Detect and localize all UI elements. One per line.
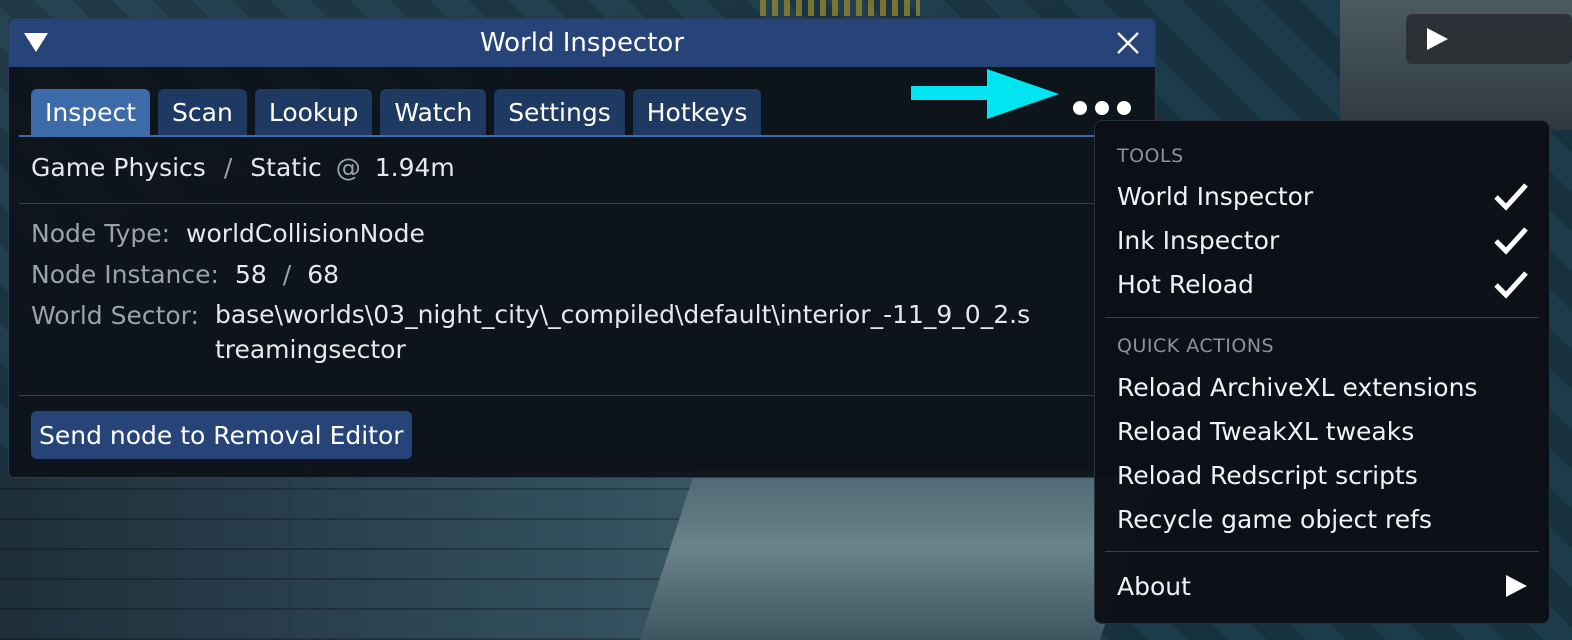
- tab-lookup[interactable]: Lookup: [254, 89, 373, 135]
- dot-icon: [1095, 101, 1109, 115]
- tab-hotkeys[interactable]: Hotkeys: [632, 89, 762, 135]
- submenu-arrow-icon: [1506, 575, 1527, 597]
- background-table: [640, 470, 1156, 640]
- node-instance-label: Node Instance:: [31, 260, 219, 289]
- menu-item-ink-inspector[interactable]: Ink Inspector: [1117, 220, 1529, 260]
- background-yellow-markings: [760, 0, 920, 16]
- play-button[interactable]: [1406, 14, 1572, 64]
- breadcrumb-distance: 1.94m: [374, 153, 455, 182]
- play-icon: [1427, 28, 1448, 50]
- menu-item-world-inspector[interactable]: World Inspector: [1117, 176, 1529, 216]
- checkmark-icon: [1494, 183, 1528, 211]
- tab-underline: [19, 135, 1145, 137]
- options-menu: TOOLS World Inspector Ink Inspector Hot …: [1094, 120, 1550, 624]
- node-instance-total: 68: [307, 260, 340, 289]
- node-type-label: Node Type:: [31, 219, 171, 248]
- menu-section-quick-actions: QUICK ACTIONS: [1117, 335, 1275, 357]
- menu-item-label: Hot Reload: [1117, 269, 1254, 299]
- node-instance-current: 58: [234, 260, 267, 289]
- menu-item-label: About: [1117, 571, 1191, 601]
- breadcrumb-source: Game Physics: [31, 153, 206, 182]
- send-to-removal-editor-button[interactable]: Send node to Removal Editor: [31, 411, 412, 459]
- menu-item-recycle-refs[interactable]: Recycle game object refs: [1117, 499, 1529, 539]
- tab-inspect[interactable]: Inspect: [31, 89, 151, 135]
- menu-item-reload-tweakxl[interactable]: Reload TweakXL tweaks: [1117, 411, 1529, 451]
- breadcrumb-at: @: [335, 153, 361, 182]
- menu-divider: [1105, 317, 1539, 318]
- tab-watch[interactable]: Watch: [380, 89, 487, 135]
- node-properties: Node Type: worldCollisionNode Node Insta…: [31, 219, 1035, 379]
- breadcrumb-type: Static: [250, 153, 322, 182]
- checkmark-icon: [1494, 227, 1528, 255]
- more-options-button[interactable]: [1073, 95, 1131, 121]
- dot-icon: [1117, 101, 1131, 115]
- close-icon[interactable]: [1115, 30, 1141, 56]
- world-sector-label: World Sector:: [31, 301, 199, 330]
- menu-divider: [1105, 551, 1539, 552]
- tab-bar: Inspect Scan Lookup Watch Settings Hotke…: [31, 89, 762, 135]
- window-titlebar[interactable]: World Inspector: [9, 19, 1155, 67]
- tab-settings[interactable]: Settings: [494, 89, 625, 135]
- tab-scan[interactable]: Scan: [158, 89, 247, 135]
- breadcrumb: Game Physics / Static @ 1.94m: [31, 153, 455, 182]
- node-instance-separator: /: [282, 260, 292, 289]
- node-type-value: worldCollisionNode: [186, 219, 425, 248]
- world-sector-value: base\worlds\03_night_city\_compiled\defa…: [214, 300, 1031, 364]
- menu-item-reload-redscript[interactable]: Reload Redscript scripts: [1117, 455, 1529, 495]
- menu-item-label: Ink Inspector: [1117, 225, 1280, 255]
- divider: [19, 203, 1145, 204]
- annotation-arrow-icon: [911, 69, 1059, 119]
- divider: [19, 395, 1145, 396]
- menu-item-label: World Inspector: [1117, 181, 1314, 211]
- window-title: World Inspector: [479, 28, 685, 58]
- checkmark-icon: [1494, 271, 1528, 299]
- menu-item-hot-reload[interactable]: Hot Reload: [1117, 264, 1529, 304]
- world-sector-row: World Sector: base\worlds\03_night_city\…: [31, 300, 1035, 367]
- dot-icon: [1073, 101, 1087, 115]
- menu-item-reload-archivexl[interactable]: Reload ArchiveXL extensions: [1117, 367, 1529, 407]
- node-instance-row: Node Instance: 58 / 68: [31, 260, 1035, 289]
- collapse-triangle-icon[interactable]: [23, 31, 49, 53]
- breadcrumb-separator: /: [223, 153, 233, 182]
- menu-section-tools: TOOLS: [1117, 145, 1184, 167]
- node-type-row: Node Type: worldCollisionNode: [31, 219, 1035, 248]
- world-inspector-window: World Inspector Inspect Scan Lookup Watc…: [8, 18, 1156, 478]
- menu-item-about[interactable]: About: [1117, 566, 1529, 606]
